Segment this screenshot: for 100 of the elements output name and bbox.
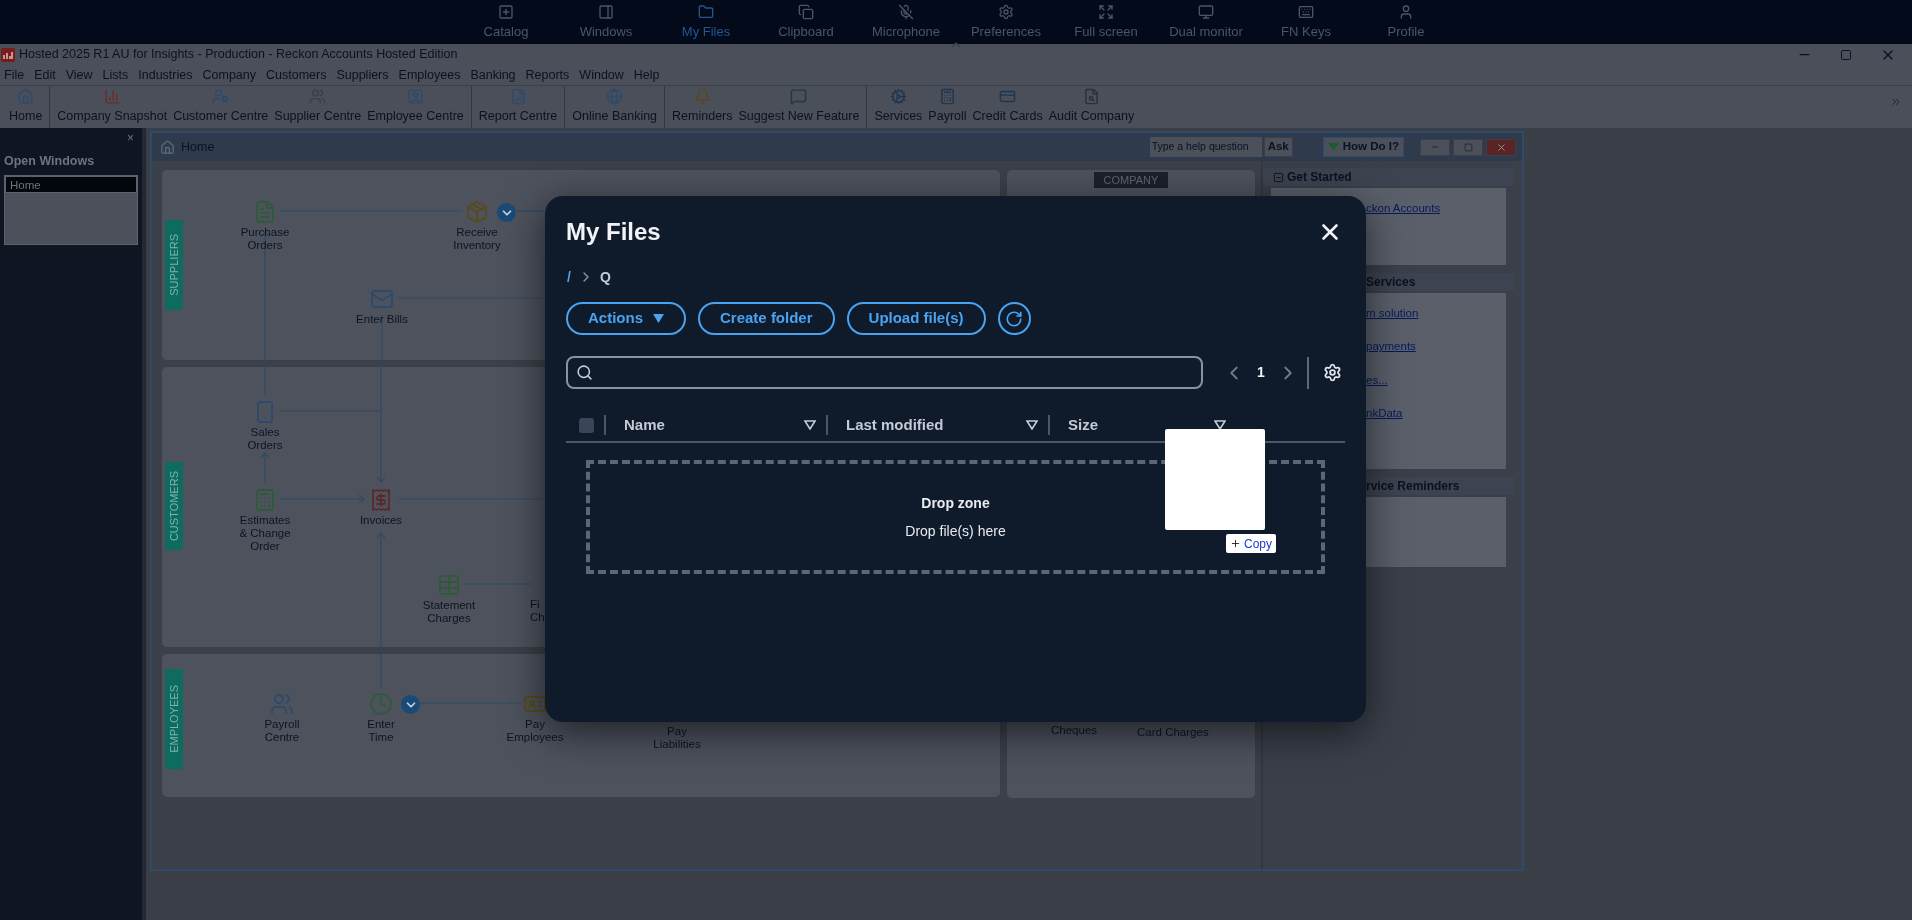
refresh-icon	[1005, 309, 1024, 328]
workflow-label[interactable]: Pay Employees	[506, 718, 564, 744]
envelope-icon[interactable]	[370, 287, 394, 311]
how-do-i-button[interactable]: How Do I?	[1322, 137, 1404, 157]
top-bar-tab[interactable]: Microphone	[856, 0, 956, 44]
workflow-label[interactable]: Statement Charges	[422, 599, 476, 625]
breadcrumb-item[interactable]: Q	[599, 266, 611, 288]
top-bar-tab[interactable]: Dual monitor	[1156, 0, 1256, 44]
toolbar-button[interactable]: Employee Centre	[364, 86, 467, 128]
refresh-button[interactable]	[997, 302, 1031, 335]
link[interactable]: ckon Accounts	[1366, 200, 1506, 218]
action-button[interactable]: Create folder	[698, 302, 835, 335]
top-bar-tab[interactable]: Profile	[1356, 0, 1456, 44]
workflow-label[interactable]: Enter Bills	[356, 313, 408, 326]
dropdown-icon[interactable]	[401, 695, 420, 714]
toolbar-button[interactable]: Report Centre	[475, 86, 561, 128]
workflow-label[interactable]: Purchase Orders	[240, 226, 290, 252]
menu-item[interactable]: Edit	[34, 65, 56, 85]
toolbar-button[interactable]: Suggest New Feature	[735, 86, 863, 128]
box-icon[interactable]	[465, 200, 489, 224]
menu-item[interactable]: Suppliers	[336, 65, 389, 85]
toolbar-button[interactable]: Credit Cards	[969, 86, 1046, 128]
dropdown-icon[interactable]	[497, 203, 516, 222]
help-field[interactable]: Type a help question	[1149, 137, 1262, 157]
settings-icon	[998, 4, 1014, 20]
menu-item[interactable]: Customers	[266, 65, 327, 85]
top-bar-tab[interactable]: Windows	[556, 0, 656, 44]
more-icon[interactable]	[1890, 96, 1902, 108]
close-icon[interactable]: ×	[127, 129, 134, 147]
home-icon	[160, 139, 175, 155]
dialog-title: My Files	[566, 217, 661, 247]
toolbar-button[interactable]: Payroll	[925, 86, 970, 128]
collapse-icon[interactable]	[1273, 171, 1284, 183]
gears-icon	[889, 88, 907, 106]
top-bar-tab[interactable]: Catalog	[456, 0, 556, 44]
menu-item[interactable]: Employees	[398, 65, 461, 85]
settings-icon[interactable]	[1322, 363, 1342, 382]
top-bar-tab[interactable]: Preferences	[956, 0, 1056, 44]
menu-item[interactable]: Banking	[470, 65, 516, 85]
people-icon[interactable]	[270, 692, 294, 716]
workflow-label[interactable]: Invoices	[359, 514, 403, 527]
caret-icon	[1327, 143, 1339, 151]
restore-button[interactable]	[1453, 138, 1483, 156]
bell-icon	[693, 88, 711, 106]
toolbar-button[interactable]: Audit Company	[1045, 86, 1138, 128]
workflow-label[interactable]: Receive Inventory	[453, 226, 501, 252]
column-header[interactable]: Size	[1068, 413, 1098, 437]
invoice-icon[interactable]	[369, 488, 393, 512]
calculator-icon	[938, 88, 956, 106]
menu-item[interactable]: Company	[202, 65, 256, 85]
workflow-label[interactable]: Payroll Centre	[264, 718, 300, 744]
menu-item[interactable]: Window	[579, 65, 624, 85]
column-header[interactable]: Name	[624, 413, 665, 437]
menu-item[interactable]: Reports	[525, 65, 570, 85]
copy-tooltip: Copy	[1226, 534, 1276, 553]
menu-item[interactable]: Industries	[138, 65, 193, 85]
toolbar-button[interactable]: Customer Centre	[170, 86, 272, 128]
expand-icon	[1098, 4, 1114, 20]
copy-icon	[798, 4, 814, 20]
menu-item[interactable]: View	[65, 65, 93, 85]
toolbar-button[interactable]: Home	[6, 86, 46, 128]
menu-item[interactable]: Help	[633, 65, 660, 85]
minimize-button[interactable]	[1420, 138, 1450, 156]
search-field[interactable]	[566, 356, 1203, 389]
globe-icon	[606, 88, 624, 106]
ask-button[interactable]: Ask	[1263, 137, 1293, 157]
list-item[interactable]: Home	[5, 175, 137, 193]
close-button[interactable]	[1486, 138, 1516, 156]
speech-bubble-icon	[790, 88, 808, 106]
plus-icon	[1230, 538, 1241, 549]
select-all-checkbox[interactable]	[579, 417, 594, 433]
link[interactable]: nkData	[1366, 404, 1506, 422]
column-header[interactable]: Last modified	[846, 413, 944, 437]
toolbar-button[interactable]: Online Banking	[569, 86, 661, 128]
menu-item[interactable]: File	[4, 65, 25, 85]
arrow	[260, 452, 270, 484]
link[interactable]: es...	[1366, 371, 1506, 389]
breadcrumb-item[interactable]: /	[566, 266, 572, 288]
toolbar-button[interactable]: Supplier Centre	[271, 86, 365, 128]
top-bar-tab[interactable]: Full screen	[1056, 0, 1156, 44]
toolbar-button[interactable]: Services	[871, 86, 926, 128]
workflow-label[interactable]: Estimates & Change Order	[239, 514, 291, 553]
link[interactable]: payments	[1366, 338, 1506, 356]
filter-icon[interactable]	[804, 420, 816, 430]
workflow-label[interactable]: Enter Time	[367, 718, 395, 744]
restore-icon[interactable]	[1840, 48, 1852, 61]
folder-icon	[698, 4, 714, 20]
workflow-label[interactable]: Sales Orders	[247, 426, 283, 452]
link[interactable]: m solution	[1366, 305, 1506, 323]
action-button[interactable]: Upload file(s)	[846, 302, 986, 335]
menu-item[interactable]: Lists	[102, 65, 129, 85]
home-icon	[17, 88, 35, 106]
top-bar-tab[interactable]: My Files	[656, 0, 756, 44]
top-bar-tab[interactable]: FN Keys	[1256, 0, 1356, 44]
filter-icon[interactable]	[1026, 420, 1038, 430]
toolbar-button[interactable]: Company Snapshot	[54, 86, 171, 128]
top-bar-tab[interactable]: Clipboard	[756, 0, 856, 44]
toolbar-button[interactable]: Reminders	[669, 86, 736, 128]
filter-icon[interactable]	[1214, 420, 1226, 430]
actions-dropdown[interactable]: Actions	[566, 302, 686, 335]
